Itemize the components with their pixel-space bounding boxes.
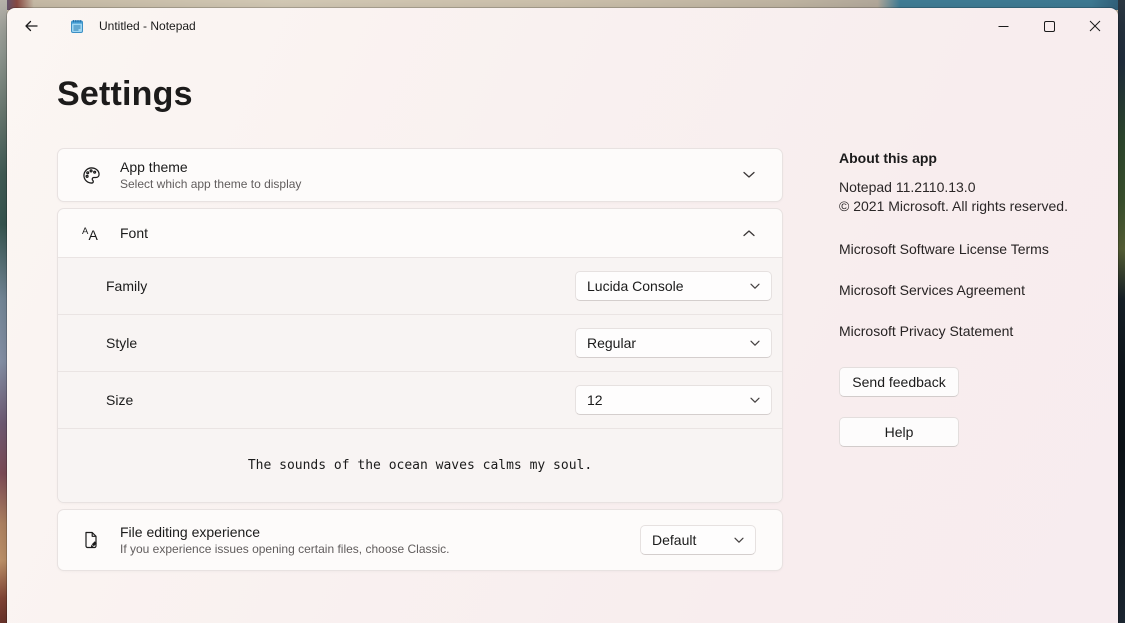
font-preview-row: The sounds of the ocean waves calms my s… [58, 428, 782, 502]
app-theme-text: App theme Select which app theme to disp… [120, 159, 301, 191]
copyright: © 2021 Microsoft. All rights reserved. [839, 197, 1079, 216]
app-theme-card[interactable]: App theme Select which app theme to disp… [57, 148, 783, 202]
file-editing-card: File editing experience If you experienc… [57, 509, 783, 571]
font-header[interactable]: A A Font [58, 209, 782, 257]
settings-cards-column: App theme Select which app theme to disp… [57, 148, 783, 571]
svg-text:A: A [89, 227, 99, 243]
font-style-value: Regular [587, 335, 636, 351]
font-icon: A A [80, 222, 102, 244]
window-caption-buttons [980, 8, 1118, 44]
notepad-app-icon [69, 18, 85, 34]
font-family-value: Lucida Console [587, 278, 684, 294]
file-editing-value: Default [652, 532, 696, 548]
palette-icon [80, 164, 102, 186]
services-agreement-link[interactable]: Microsoft Services Agreement [839, 282, 1079, 298]
font-size-dropdown[interactable]: 12 [575, 385, 772, 415]
font-expanded-body: Family Lucida Console Style Regular [58, 257, 782, 502]
font-size-label: Size [106, 392, 133, 408]
about-sidebar: About this app Notepad 11.2110.13.0 © 20… [839, 148, 1079, 571]
minimize-icon [998, 21, 1009, 32]
font-style-row: Style Regular [58, 314, 782, 371]
app-theme-title: App theme [120, 159, 301, 175]
window-title: Untitled - Notepad [99, 19, 196, 33]
file-editing-title: File editing experience [120, 524, 450, 540]
close-button[interactable] [1072, 8, 1118, 44]
about-version-block: Notepad 11.2110.13.0 © 2021 Microsoft. A… [839, 178, 1079, 216]
file-editing-dropdown[interactable]: Default [640, 525, 756, 555]
minimize-button[interactable] [980, 8, 1026, 44]
chevron-down-icon [750, 340, 760, 347]
font-style-label: Style [106, 335, 137, 351]
font-preview-text: The sounds of the ocean waves calms my s… [248, 458, 592, 473]
font-card: A A Font Family Lucida Co [57, 208, 783, 503]
maximize-icon [1044, 21, 1055, 32]
app-version: Notepad 11.2110.13.0 [839, 178, 1079, 197]
font-style-dropdown[interactable]: Regular [575, 328, 772, 358]
font-family-label: Family [106, 278, 147, 294]
app-theme-subtitle: Select which app theme to display [120, 177, 301, 191]
font-size-value: 12 [587, 392, 603, 408]
app-theme-expand-button[interactable] [734, 160, 764, 190]
file-editing-subtitle: If you experience issues opening certain… [120, 542, 450, 556]
file-editing-header: File editing experience If you experienc… [58, 510, 782, 570]
wallpaper-right-strip [1118, 0, 1125, 623]
chevron-down-icon [750, 283, 760, 290]
settings-content: App theme Select which app theme to disp… [7, 148, 1118, 571]
chevron-down-icon [734, 537, 744, 544]
file-editing-text: File editing experience If you experienc… [120, 524, 450, 556]
send-feedback-button[interactable]: Send feedback [839, 367, 959, 397]
wallpaper-left-strip [0, 0, 7, 623]
font-collapse-button[interactable] [734, 218, 764, 248]
help-button[interactable]: Help [839, 417, 959, 447]
chevron-down-icon [743, 171, 755, 179]
app-theme-header: App theme Select which app theme to disp… [58, 149, 782, 201]
title-bar: Untitled - Notepad [7, 8, 1118, 44]
close-icon [1089, 20, 1101, 32]
chevron-up-icon [743, 229, 755, 237]
font-text: Font [120, 225, 148, 241]
notepad-settings-window: Untitled - Notepad Settings [7, 8, 1118, 623]
font-title: Font [120, 225, 148, 241]
font-family-dropdown[interactable]: Lucida Console [575, 271, 772, 301]
chevron-down-icon [750, 397, 760, 404]
license-terms-link[interactable]: Microsoft Software License Terms [839, 241, 1079, 257]
file-edit-icon [80, 529, 102, 551]
maximize-button[interactable] [1026, 8, 1072, 44]
back-arrow-icon [23, 18, 39, 34]
privacy-statement-link[interactable]: Microsoft Privacy Statement [839, 323, 1079, 339]
font-size-row: Size 12 [58, 371, 782, 428]
page-title: Settings [57, 72, 1118, 116]
font-family-row: Family Lucida Console [58, 257, 782, 314]
back-button[interactable] [15, 12, 47, 40]
about-title: About this app [839, 150, 1079, 166]
